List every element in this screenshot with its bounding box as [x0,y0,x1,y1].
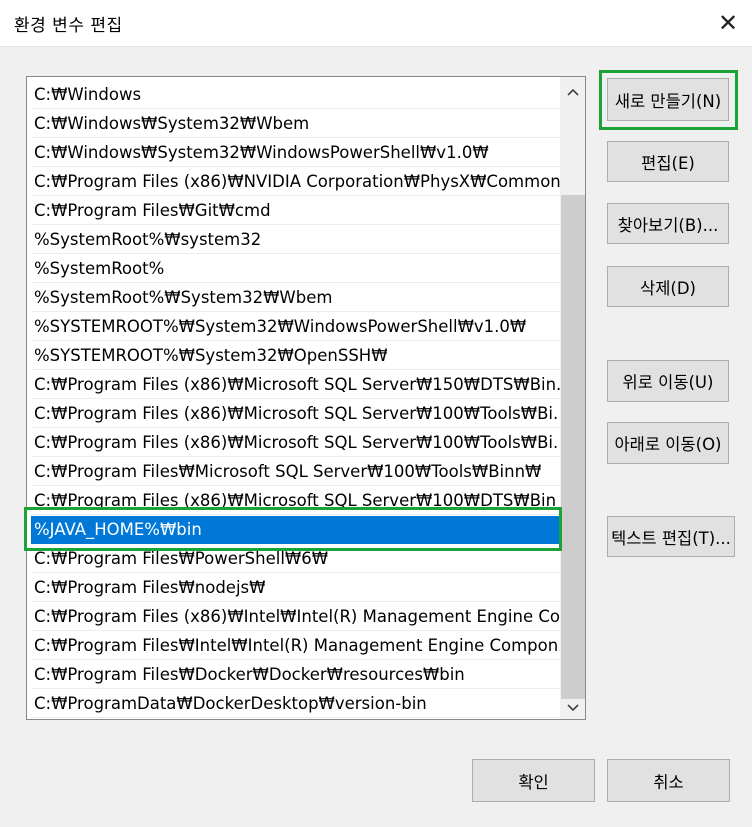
title-bar: 환경 변수 편집 ✕ [0,0,752,47]
edit-button[interactable]: 편집(E) [607,141,729,182]
list-item[interactable]: C:₩Program Files (x86)₩Microsoft SQL Ser… [31,429,560,457]
list-item[interactable]: C:₩Program Files (x86)₩Microsoft SQL Ser… [31,487,560,515]
new-button[interactable]: 새로 만들기(N) [607,78,729,121]
list-item[interactable]: C:₩Program Files (x86)₩Microsoft SQL Ser… [31,400,560,428]
list-item[interactable]: C:₩Program Files (x86)₩NVIDIA Corporatio… [31,168,560,196]
list-item[interactable]: C:₩Program Files₩Microsoft SQL Server₩10… [31,458,560,486]
list-item[interactable]: %SYSTEMROOT%₩System32₩WindowsPowerShell₩… [31,313,560,341]
browse-button[interactable]: 찾아보기(B)... [607,203,729,244]
move-down-button[interactable]: 아래로 이동(O) [607,422,729,464]
close-icon[interactable]: ✕ [704,0,752,46]
ok-button[interactable]: 확인 [472,759,595,802]
list-item[interactable]: %SystemRoot%₩System32₩Wbem [31,284,560,312]
path-list[interactable]: C:₩Windows C:₩Windows₩System32₩Wbem C:₩Win… [26,76,586,720]
edit-text-button[interactable]: 텍스트 편집(T)... [607,516,735,557]
list-item[interactable]: %SystemRoot%₩system32 [31,226,560,254]
list-item[interactable]: C:₩Program Files₩Docker₩Docker₩resources… [31,661,560,689]
list-item[interactable]: %SYSTEMROOT%₩System32₩OpenSSH₩ [31,342,560,370]
list-item-selected[interactable]: %JAVA_HOME%₩bin [31,516,560,544]
list-item[interactable]: C:₩ProgramData₩DockerDesktop₩version-bin [31,690,560,718]
list-item[interactable]: C:₩Windows₩System32₩Wbem [31,110,560,138]
list-item[interactable]: C:₩Windows [31,81,560,109]
list-item[interactable]: C:₩Program Files (x86)₩Intel₩Intel(R) Ma… [31,603,560,631]
window-title: 환경 변수 편집 [14,16,123,36]
list-item[interactable]: C:₩Program Files₩Intel₩Intel(R) Manageme… [31,632,560,660]
delete-button[interactable]: 삭제(D) [607,266,729,307]
list-item[interactable]: C:₩Program Files₩Git₩cmd [31,197,560,225]
scrollbar-thumb[interactable] [561,195,585,699]
list-item[interactable]: %SystemRoot% [31,255,560,283]
move-up-button[interactable]: 위로 이동(U) [607,360,729,402]
list-item[interactable]: C:₩Program Files₩nodejs₩ [31,574,560,602]
scroll-down-arrow-icon[interactable] [560,695,585,719]
list-item[interactable]: C:₩Program Files₩PowerShell₩6₩ [31,545,560,573]
list-item[interactable]: C:₩Program Files (x86)₩Microsoft SQL Ser… [31,371,560,399]
cancel-button[interactable]: 취소 [607,759,730,802]
list-item[interactable]: C:₩Windows₩System32₩WindowsPowerShell₩v1… [31,139,560,167]
scroll-up-arrow-icon[interactable] [560,79,585,105]
